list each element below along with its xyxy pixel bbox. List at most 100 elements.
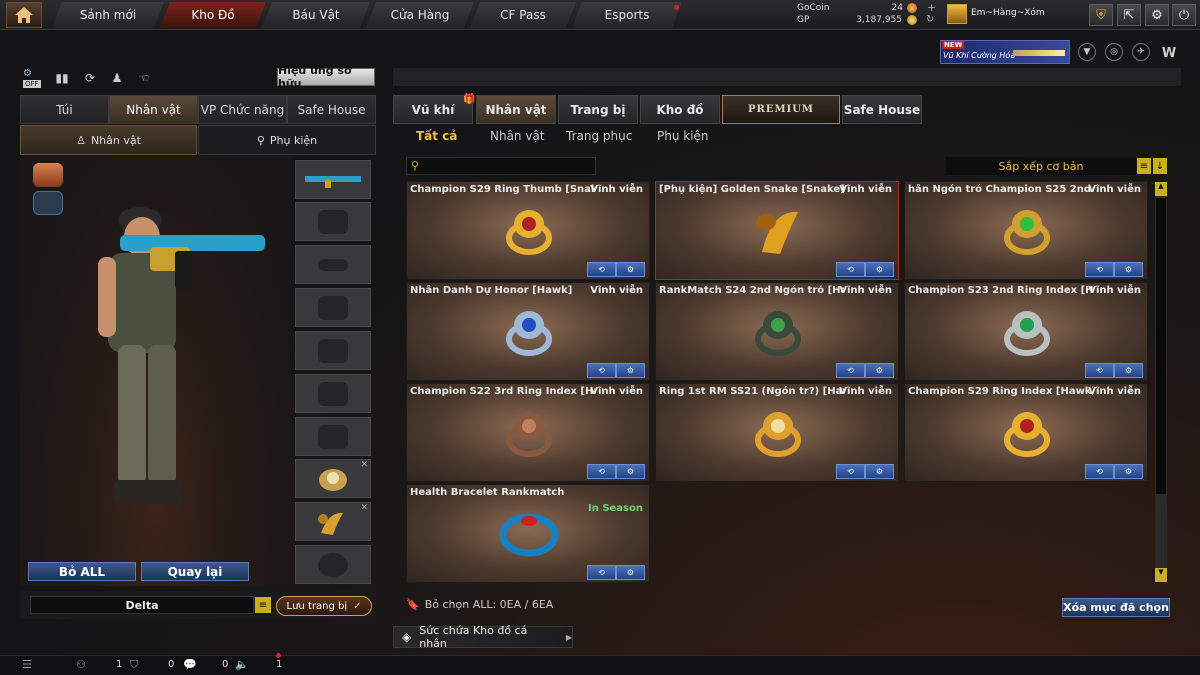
slot-accessory-2[interactable]: ✕ bbox=[295, 502, 371, 541]
power-button[interactable]: ⏻ bbox=[1172, 4, 1196, 26]
slot-bag[interactable] bbox=[295, 374, 371, 413]
subtab-outfit[interactable]: Trang phục bbox=[566, 129, 632, 143]
round-icon-2[interactable]: ◎ bbox=[1105, 43, 1123, 61]
preset-name-field[interactable]: Delta bbox=[30, 596, 254, 614]
round-icon-3[interactable]: ✈ bbox=[1132, 43, 1150, 61]
clan-icon[interactable]: ⛉ bbox=[130, 658, 138, 672]
right-tab-weapon[interactable]: Vũ khí bbox=[393, 95, 473, 124]
go-back-button[interactable]: Quay lại bbox=[141, 562, 249, 581]
item-toggle-button[interactable]: ⟲ bbox=[836, 464, 865, 479]
left-tab-functional[interactable]: VP Chức năng bbox=[198, 95, 287, 124]
item-card[interactable]: RankMatch S24 2nd Ngón trỏ [Hawk]Vĩnh vi… bbox=[655, 282, 899, 381]
item-toggle-button[interactable]: ⟲ bbox=[587, 565, 616, 580]
item-toggle-button[interactable]: ⟲ bbox=[1085, 363, 1114, 378]
sort-dropdown[interactable]: Sắp xếp cơ bản bbox=[946, 157, 1136, 175]
item-card[interactable]: Health Bracelet Rankmatch In Season ⟲ ⚙ bbox=[406, 484, 650, 583]
add-currency-icon[interactable]: + bbox=[927, 1, 936, 14]
exit-room-button[interactable]: ⇱ bbox=[1117, 4, 1141, 26]
item-card[interactable]: Champion S29 Ring Index [Hawk] Vĩnh viễn ⟲… bbox=[904, 383, 1148, 482]
mouse-icon[interactable]: ☜ bbox=[134, 68, 154, 88]
rotate-icon[interactable]: ⟳ bbox=[80, 68, 100, 88]
item-card[interactable]: Champion S22 3rd Ring Index [Hawk]Vĩnh v… bbox=[406, 383, 650, 482]
speaker-icon[interactable]: 🔈 bbox=[235, 658, 249, 671]
list-icon[interactable]: ☰ bbox=[22, 658, 32, 671]
shield-button[interactable]: ⛨ bbox=[1089, 4, 1113, 26]
right-tab-equipment[interactable]: Trang bị bbox=[558, 95, 638, 124]
item-toggle-button[interactable]: ⟲ bbox=[836, 363, 865, 378]
item-card[interactable]: Nhẫn Danh Dự Honor [Hawk] Vĩnh viễn ⟲ ⚙ bbox=[406, 282, 650, 381]
sort-menu-button[interactable]: ≡ bbox=[1137, 158, 1151, 174]
faction-icon-active[interactable] bbox=[33, 163, 63, 187]
item-settings-button[interactable]: ⚙ bbox=[1114, 363, 1143, 378]
remove-icon[interactable]: ✕ bbox=[360, 503, 368, 513]
search-input[interactable]: ⚲ bbox=[406, 157, 596, 175]
scrollbar[interactable]: ▲ ▼ bbox=[1155, 182, 1167, 582]
round-icon-1[interactable]: ▼ bbox=[1078, 43, 1096, 61]
item-settings-button[interactable]: ⚙ bbox=[616, 262, 645, 277]
item-card[interactable]: hẫn Ngón trỏ Champion S25 2nd [Hawk]Vĩnh… bbox=[904, 181, 1148, 280]
slot-accessory-1[interactable]: ✕ bbox=[295, 459, 371, 498]
item-card[interactable]: [Phụ kiện] Golden Snake [Snake] Vĩnh viễn… bbox=[655, 181, 899, 280]
left-tab-character[interactable]: Nhân vật bbox=[109, 95, 198, 124]
item-settings-button[interactable]: ⚙ bbox=[865, 464, 894, 479]
save-equipment-button[interactable]: Lưu trang bị ✓ bbox=[276, 596, 372, 616]
right-tab-storage[interactable]: Kho đồ bbox=[640, 95, 720, 124]
clear-selected-button[interactable]: Xóa mục đã chọn bbox=[1062, 598, 1170, 617]
subtab-char[interactable]: Nhân vật bbox=[490, 129, 545, 143]
nav-tab-cf-pass[interactable]: CF Pass bbox=[470, 2, 576, 28]
item-settings-button[interactable]: ⚙ bbox=[616, 565, 645, 580]
remove-all-button[interactable]: Bỏ ALL bbox=[28, 562, 136, 581]
item-toggle-button[interactable]: ⟲ bbox=[587, 464, 616, 479]
owned-effects-button[interactable]: Hiệu ứng sở hữu bbox=[277, 64, 375, 90]
item-card[interactable]: Ring 1st RM SS21 (Ngón tr?) [Hawk] Vĩnh v… bbox=[655, 383, 899, 482]
preset-menu-button[interactable]: ≡ bbox=[255, 597, 271, 613]
item-settings-button[interactable]: ⚙ bbox=[1114, 262, 1143, 277]
slot-accessory-3[interactable] bbox=[295, 545, 371, 584]
faction-icon-inactive[interactable] bbox=[33, 191, 63, 215]
round-icon-4[interactable]: W bbox=[1159, 43, 1179, 63]
item-toggle-button[interactable]: ⟲ bbox=[587, 262, 616, 277]
slot-body[interactable] bbox=[295, 331, 371, 370]
nav-tab-inventory[interactable]: Kho Đồ bbox=[160, 2, 266, 28]
effect-toggle[interactable]: ⚙ OFF bbox=[23, 68, 43, 88]
item-settings-button[interactable]: ⚙ bbox=[865, 262, 894, 277]
scroll-up-icon[interactable]: ▲ bbox=[1155, 182, 1167, 196]
promo-banner[interactable]: NEW Vũ Khí Cường Hóa bbox=[940, 40, 1070, 64]
slot-head[interactable] bbox=[295, 202, 371, 241]
subtab-character[interactable]: ♙ Nhân vật bbox=[20, 125, 197, 155]
slot-vest[interactable] bbox=[295, 288, 371, 327]
item-settings-button[interactable]: ⚙ bbox=[1114, 464, 1143, 479]
slot-primary-weapon[interactable] bbox=[295, 160, 371, 199]
item-toggle-button[interactable]: ⟲ bbox=[1085, 464, 1114, 479]
search-text-field[interactable] bbox=[427, 159, 592, 173]
slot-glasses[interactable] bbox=[295, 245, 371, 284]
chat-icon[interactable]: 💬 bbox=[183, 658, 197, 671]
nav-tab-treasure[interactable]: Báu Vật bbox=[262, 2, 370, 28]
item-toggle-button[interactable]: ⟲ bbox=[1085, 262, 1114, 277]
right-tab-safe-house[interactable]: Safe House bbox=[842, 95, 922, 124]
scroll-down-icon[interactable]: ▼ bbox=[1155, 568, 1167, 582]
slot-gloves[interactable] bbox=[295, 417, 371, 456]
pose-icon[interactable]: ♟ bbox=[107, 68, 127, 88]
left-tab-safe-house[interactable]: Safe House bbox=[287, 95, 376, 124]
remove-icon[interactable]: ✕ bbox=[360, 460, 368, 470]
nav-tab-shop[interactable]: Cửa Hàng bbox=[366, 2, 474, 28]
home-button[interactable] bbox=[6, 2, 42, 28]
friends-icon[interactable]: ⚇ bbox=[76, 658, 86, 671]
item-toggle-button[interactable]: ⟲ bbox=[587, 363, 616, 378]
right-tab-premium[interactable]: PREMIUM bbox=[722, 95, 840, 124]
item-settings-button[interactable]: ⚙ bbox=[616, 363, 645, 378]
settings-button[interactable]: ⚙ bbox=[1145, 4, 1169, 26]
subtab-accessory-r[interactable]: Phụ kiện bbox=[657, 129, 709, 143]
nav-tab-esports[interactable]: Esports bbox=[572, 2, 682, 28]
subtab-all[interactable]: Tất cả bbox=[416, 129, 457, 143]
nav-tab-lobby[interactable]: Sảnh mới bbox=[52, 2, 164, 28]
item-settings-button[interactable]: ⚙ bbox=[616, 464, 645, 479]
storage-capacity-bar[interactable]: ◈ Sức chứa Kho đồ cá nhân ▶ bbox=[393, 624, 573, 650]
left-tab-bag[interactable]: Túi bbox=[20, 95, 109, 124]
item-card[interactable]: Champion S29 Ring Thumb [Snake] Vĩnh viễn… bbox=[406, 181, 650, 280]
subtab-accessory[interactable]: ⚲ Phụ kiện bbox=[198, 125, 376, 155]
item-toggle-button[interactable]: ⟲ bbox=[836, 262, 865, 277]
item-settings-button[interactable]: ⚙ bbox=[865, 363, 894, 378]
sort-order-button[interactable]: ↓ bbox=[1153, 158, 1167, 174]
